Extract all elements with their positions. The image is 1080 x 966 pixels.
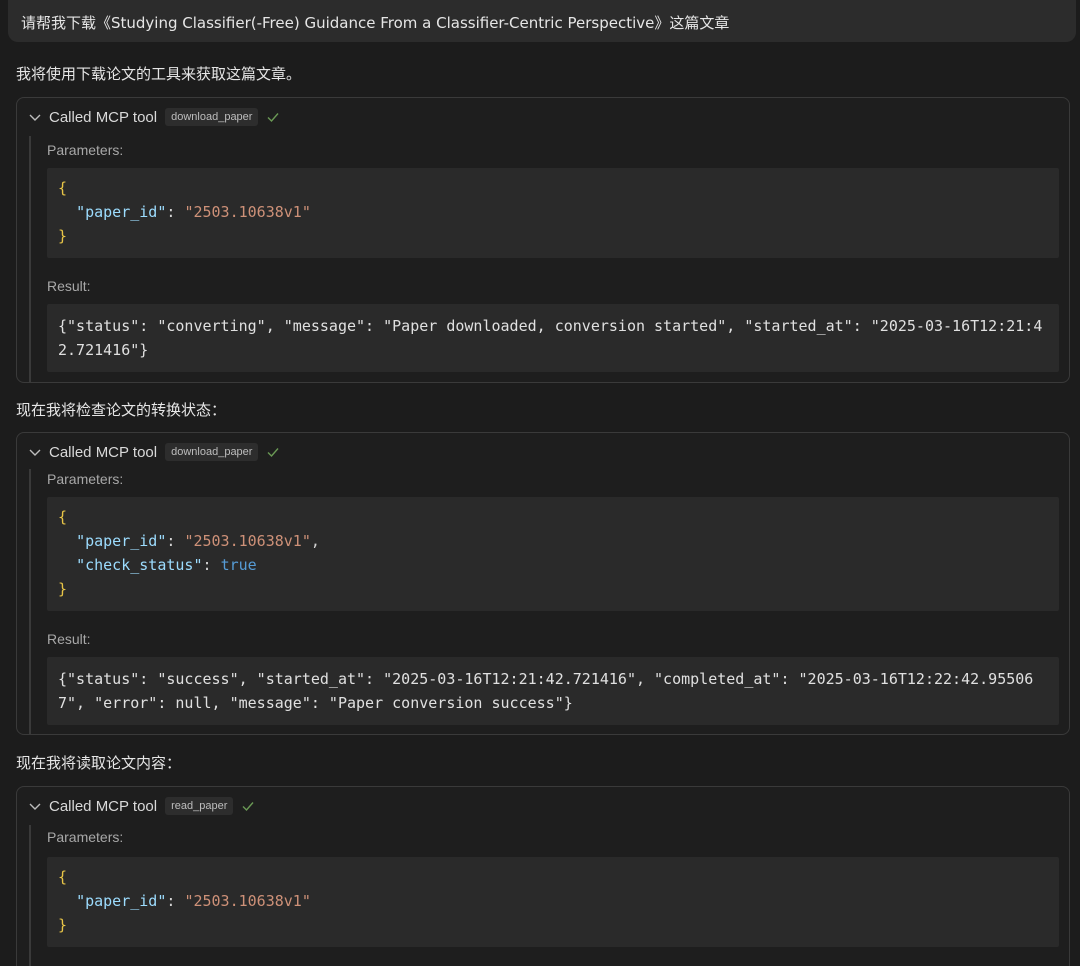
tool-call-body: Parameters: { "paper_id": "2503.10638v1"…	[29, 825, 1069, 966]
json-close-brace: }	[58, 916, 68, 934]
result-label: Result:	[47, 631, 91, 647]
tool-name-badge: read_paper	[165, 797, 234, 815]
tool-name-badge: download_paper	[165, 443, 259, 461]
json-open-brace: {	[58, 179, 68, 197]
tool-call-block-2: Called MCP tool download_paper Parameter…	[16, 432, 1070, 735]
tool-call-header[interactable]: Called MCP tool download_paper	[17, 433, 280, 471]
json-key: "paper_id"	[76, 203, 167, 221]
chevron-down-icon[interactable]	[27, 798, 43, 814]
tool-call-header[interactable]: Called MCP tool read_paper	[17, 787, 255, 825]
json-open-brace: {	[58, 868, 68, 886]
json-string-value: "2503.10638v1"	[184, 203, 311, 221]
parameters-label: Parameters:	[47, 142, 124, 158]
tool-call-block-3: Called MCP tool read_paper Parameters: {…	[16, 786, 1070, 966]
check-icon	[267, 113, 279, 123]
parameters-label: Parameters:	[47, 829, 124, 845]
json-string-value: "2503.10638v1"	[184, 892, 311, 910]
assistant-text-1: 我将使用下载论文的工具来获取这篇文章。	[16, 65, 302, 83]
json-string-value: "2503.10638v1"	[184, 532, 311, 550]
json-keyword-value: true	[220, 556, 257, 574]
tool-call-title: Called MCP tool	[49, 797, 158, 815]
tool-call-title: Called MCP tool	[49, 108, 158, 126]
assistant-text-2: 现在我将检查论文的转换状态：	[16, 401, 227, 419]
json-comma: ,	[310, 532, 320, 550]
result-code: {"status": "converting", "message": "Pap…	[47, 304, 1059, 372]
parameters-code: { "paper_id": "2503.10638v1", "check_sta…	[47, 497, 1059, 611]
parameters-code: { "paper_id": "2503.10638v1" }	[47, 857, 1059, 947]
parameters-code: { "paper_id": "2503.10638v1" }	[47, 168, 1059, 258]
parameters-label: Parameters:	[47, 471, 124, 487]
result-code: {"status": "success", "started_at": "202…	[47, 657, 1059, 725]
check-icon	[242, 802, 254, 812]
json-key: "check_status"	[76, 556, 203, 574]
tool-call-body: Parameters: { "paper_id": "2503.10638v1"…	[29, 136, 1069, 382]
check-icon	[267, 448, 279, 458]
tool-call-block-1: Called MCP tool download_paper Parameter…	[16, 97, 1070, 383]
chevron-down-icon[interactable]	[27, 444, 43, 460]
json-close-brace: }	[58, 227, 68, 245]
json-close-brace: }	[58, 580, 68, 598]
tool-call-body: Parameters: { "paper_id": "2503.10638v1"…	[29, 469, 1069, 734]
assistant-text-3: 现在我将读取论文内容：	[16, 754, 182, 772]
chat-transcript: 请帮我下载《Studying Classifier(-Free) Guidanc…	[0, 0, 1080, 966]
user-message: 请帮我下载《Studying Classifier(-Free) Guidanc…	[8, 0, 1076, 42]
tool-name-badge: download_paper	[165, 108, 259, 126]
tool-call-title: Called MCP tool	[49, 443, 158, 461]
json-key: "paper_id"	[76, 892, 167, 910]
json-key: "paper_id"	[76, 532, 167, 550]
chevron-down-icon[interactable]	[27, 109, 43, 125]
tool-call-header[interactable]: Called MCP tool download_paper	[17, 98, 280, 136]
result-label: Result:	[47, 278, 91, 294]
json-open-brace: {	[58, 508, 68, 526]
